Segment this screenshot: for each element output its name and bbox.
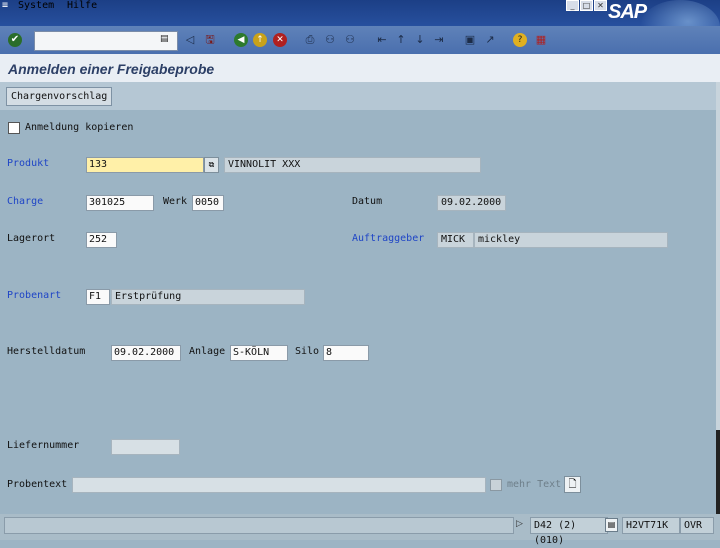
prev-page-icon[interactable]: ↑ — [393, 32, 409, 48]
system-menu-icon[interactable]: ≡ — [2, 1, 13, 11]
auftraggeber-description: mickley — [474, 232, 668, 248]
more-text-label: mehr Text — [507, 479, 562, 490]
last-page-icon[interactable]: ⇥ — [431, 32, 447, 48]
title-bar: Anmelden einer Freigabeprobe — [0, 54, 720, 83]
charge-label: Charge — [7, 196, 44, 207]
herstelldatum-label: Herstelldatum — [7, 346, 86, 357]
lagerort-label: Lagerort — [7, 233, 56, 244]
probenart-field[interactable]: F1 — [86, 289, 110, 305]
server-info: H2VT71K — [622, 517, 680, 534]
close-icon[interactable]: ✕ — [594, 0, 607, 11]
save-icon[interactable]: 🖫 — [202, 32, 218, 48]
find-next-icon[interactable]: ⚇ — [342, 32, 358, 48]
chargenvorschlag-button[interactable]: Chargenvorschlag — [6, 87, 113, 106]
shortcut-icon[interactable]: ↗ — [482, 32, 498, 48]
next-page-icon[interactable]: ↓ — [412, 32, 428, 48]
status-message-area — [4, 517, 514, 534]
layout-icon[interactable]: ▦ — [533, 32, 549, 48]
new-session-icon[interactable]: ▣ — [462, 32, 478, 48]
system-info-icon[interactable]: ▤ — [605, 518, 618, 532]
produkt-description: VINNOLIT XXX — [224, 157, 481, 173]
auftraggeber-field: MICK — [437, 232, 474, 248]
enter-icon[interactable]: ✔ — [8, 33, 22, 47]
silo-field[interactable]: 8 — [323, 345, 369, 361]
more-text-checkbox — [490, 479, 502, 491]
page-title: Anmelden einer Freigabeprobe — [8, 61, 215, 77]
probentext-field — [72, 477, 486, 493]
auftraggeber-label: Auftraggeber — [352, 233, 425, 244]
liefernummer-field — [111, 439, 180, 455]
maximize-icon[interactable]: □ — [580, 0, 593, 11]
scrollbar-dark-area — [716, 430, 720, 514]
anlage-label: Anlage — [189, 346, 226, 357]
werk-label: Werk — [163, 196, 188, 207]
datum-field: 09.02.2000 — [437, 195, 506, 211]
probenart-label: Probenart — [7, 290, 62, 301]
charge-field[interactable]: 301025 — [86, 195, 154, 211]
value-help-icon[interactable]: ⧉ — [204, 157, 219, 173]
probentext-label: Probentext — [7, 479, 68, 490]
long-text-document-icon[interactable]: 🗋 — [564, 476, 581, 493]
menu-item-hilfe[interactable]: Hilfe — [67, 0, 97, 11]
help-icon[interactable]: ? — [513, 33, 527, 47]
sap-logo: SAP — [608, 1, 647, 23]
werk-field[interactable]: 0050 — [192, 195, 224, 211]
cancel-icon[interactable]: ✕ — [273, 33, 287, 47]
menu-item-system[interactable]: System — [18, 0, 54, 11]
command-field-history-icon[interactable]: ▤ — [160, 33, 170, 45]
first-page-icon[interactable]: ⇤ — [374, 32, 390, 48]
print-icon[interactable]: ⎙ — [302, 32, 318, 48]
back-icon[interactable]: ◀ — [234, 33, 248, 47]
probenart-description: Erstprüfung — [111, 289, 305, 305]
command-field[interactable] — [34, 31, 178, 51]
exit-icon[interactable]: ↑ — [253, 33, 267, 47]
herstelldatum-field[interactable]: 09.02.2000 — [111, 345, 181, 361]
liefernummer-label: Liefernummer — [7, 440, 80, 451]
separator-left-icon: ◁ — [185, 33, 195, 46]
datum-label: Datum — [352, 196, 383, 207]
insert-mode: OVR — [680, 517, 714, 534]
produkt-field[interactable]: 133 — [86, 157, 204, 173]
anlage-field[interactable]: S-KÖLN — [230, 345, 288, 361]
copy-registration-checkbox[interactable] — [8, 122, 20, 134]
session-info: D42 (2) (010) — [530, 517, 608, 546]
find-icon[interactable]: ⚇ — [322, 32, 338, 48]
copy-registration-label: Anmeldung kopieren — [25, 122, 134, 133]
minimize-icon[interactable]: _ — [566, 0, 579, 11]
status-expand-icon[interactable]: ▷ — [516, 519, 523, 529]
produkt-label: Produkt — [7, 158, 50, 169]
silo-label: Silo — [295, 346, 320, 357]
lagerort-field[interactable]: 252 — [86, 232, 117, 248]
